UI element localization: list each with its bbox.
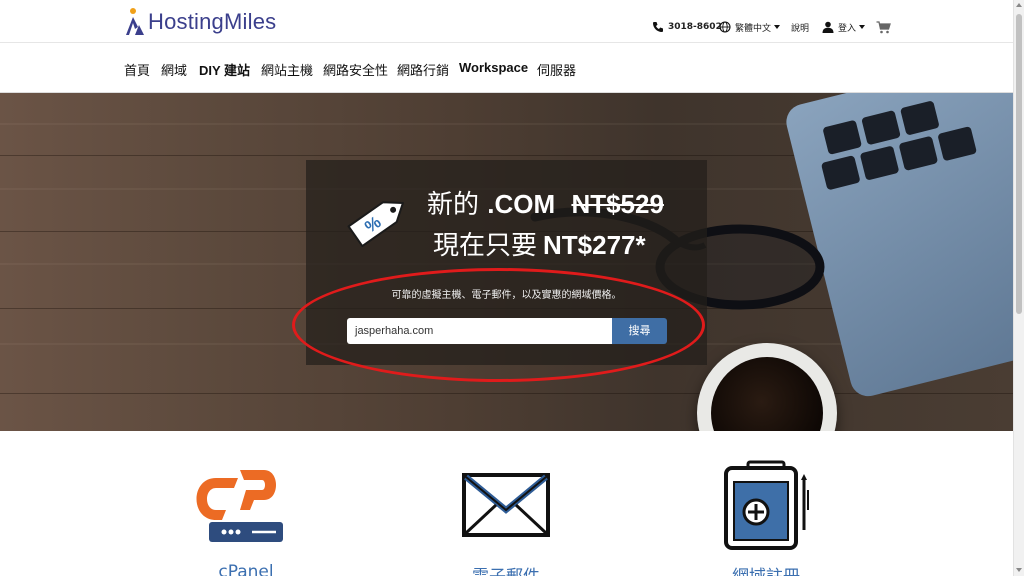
scroll-down-arrow-icon[interactable] [1016, 568, 1022, 572]
promo-new-price: NT$277* [543, 230, 646, 260]
main-nav: 首頁 網域 DIY 建站 網站主機 網路安全性 網路行銷 Workspace 伺… [0, 43, 1013, 93]
language-label: 繁體中文 [735, 23, 772, 34]
phone-number: 3018-8602 [668, 22, 722, 32]
promo-tld: .COM [487, 189, 556, 219]
nav-item-servers[interactable]: 伺服器 [537, 60, 576, 79]
logo-mark-icon [124, 7, 146, 37]
login-label: 登入 [838, 23, 857, 34]
laptop-key [898, 135, 939, 172]
feature-label[interactable]: 網域註冊 [696, 562, 836, 576]
laptop-key [822, 119, 863, 156]
coffee-cup-image [697, 343, 837, 431]
shopping-cart-icon [876, 20, 891, 33]
nav-item-home[interactable]: 首頁 [124, 60, 150, 79]
promo-now-label: 現在只要 [433, 231, 538, 261]
laptop-key [861, 109, 901, 146]
language-selector[interactable]: 繁體中文 [719, 18, 781, 36]
login-menu[interactable]: 登入 [822, 18, 866, 36]
help-link[interactable]: 說明 [791, 18, 809, 36]
nav-item-security[interactable]: 網路安全性 [323, 60, 388, 79]
laptop-key [937, 126, 978, 162]
feature-email[interactable]: 電子郵件 [436, 460, 576, 576]
coffee [711, 357, 823, 431]
brand-name: HostingMiles [148, 9, 277, 34]
globe-icon [719, 21, 731, 33]
phone-icon [653, 22, 663, 32]
nav-item-domains[interactable]: 網域 [161, 60, 187, 79]
laptop-key [899, 100, 940, 136]
discount-tag-icon: % [347, 201, 404, 248]
top-header: HostingMiles 3018-8602 繁體中文 說明 登入 [0, 0, 1013, 43]
nav-item-workspace[interactable]: Workspace [459, 60, 528, 75]
promo-new-label: 新的 [427, 190, 480, 220]
nav-item-marketing[interactable]: 網路行銷 [397, 60, 449, 79]
user-icon [822, 21, 834, 33]
cpanel-icon [196, 470, 283, 542]
feature-domain-registration[interactable]: 網域註冊 [696, 460, 836, 576]
page-scrollbar[interactable] [1013, 0, 1024, 576]
chevron-down-icon [859, 25, 866, 29]
scrollbar-thumb[interactable] [1016, 14, 1022, 314]
nav-item-diy-website[interactable]: DIY 建站 [199, 60, 250, 79]
feature-cpanel[interactable]: cPanel [176, 460, 316, 576]
laptop-key [820, 155, 861, 191]
feature-label[interactable]: cPanel [176, 562, 316, 576]
nav-item-hosting[interactable]: 網站主機 [261, 60, 313, 79]
scroll-up-arrow-icon[interactable] [1016, 3, 1022, 7]
domain-registration-icon [724, 460, 809, 550]
promo-headline-2: 現在只要 NT$277* [433, 225, 646, 262]
promo-headline-1: 新的 .COM NT$529 [427, 184, 664, 221]
hostingmiles-logo[interactable]: HostingMiles [124, 6, 276, 38]
help-label: 說明 [791, 23, 810, 34]
phone-link[interactable]: 3018-8602 [652, 18, 722, 36]
chevron-down-icon [774, 25, 781, 29]
highlight-circle-annotation [292, 268, 705, 382]
envelope-icon [462, 473, 550, 537]
cart-button[interactable] [876, 18, 891, 36]
laptop-key [859, 145, 900, 181]
feature-label[interactable]: 電子郵件 [436, 562, 576, 576]
promo-old-price: NT$529 [571, 189, 664, 219]
